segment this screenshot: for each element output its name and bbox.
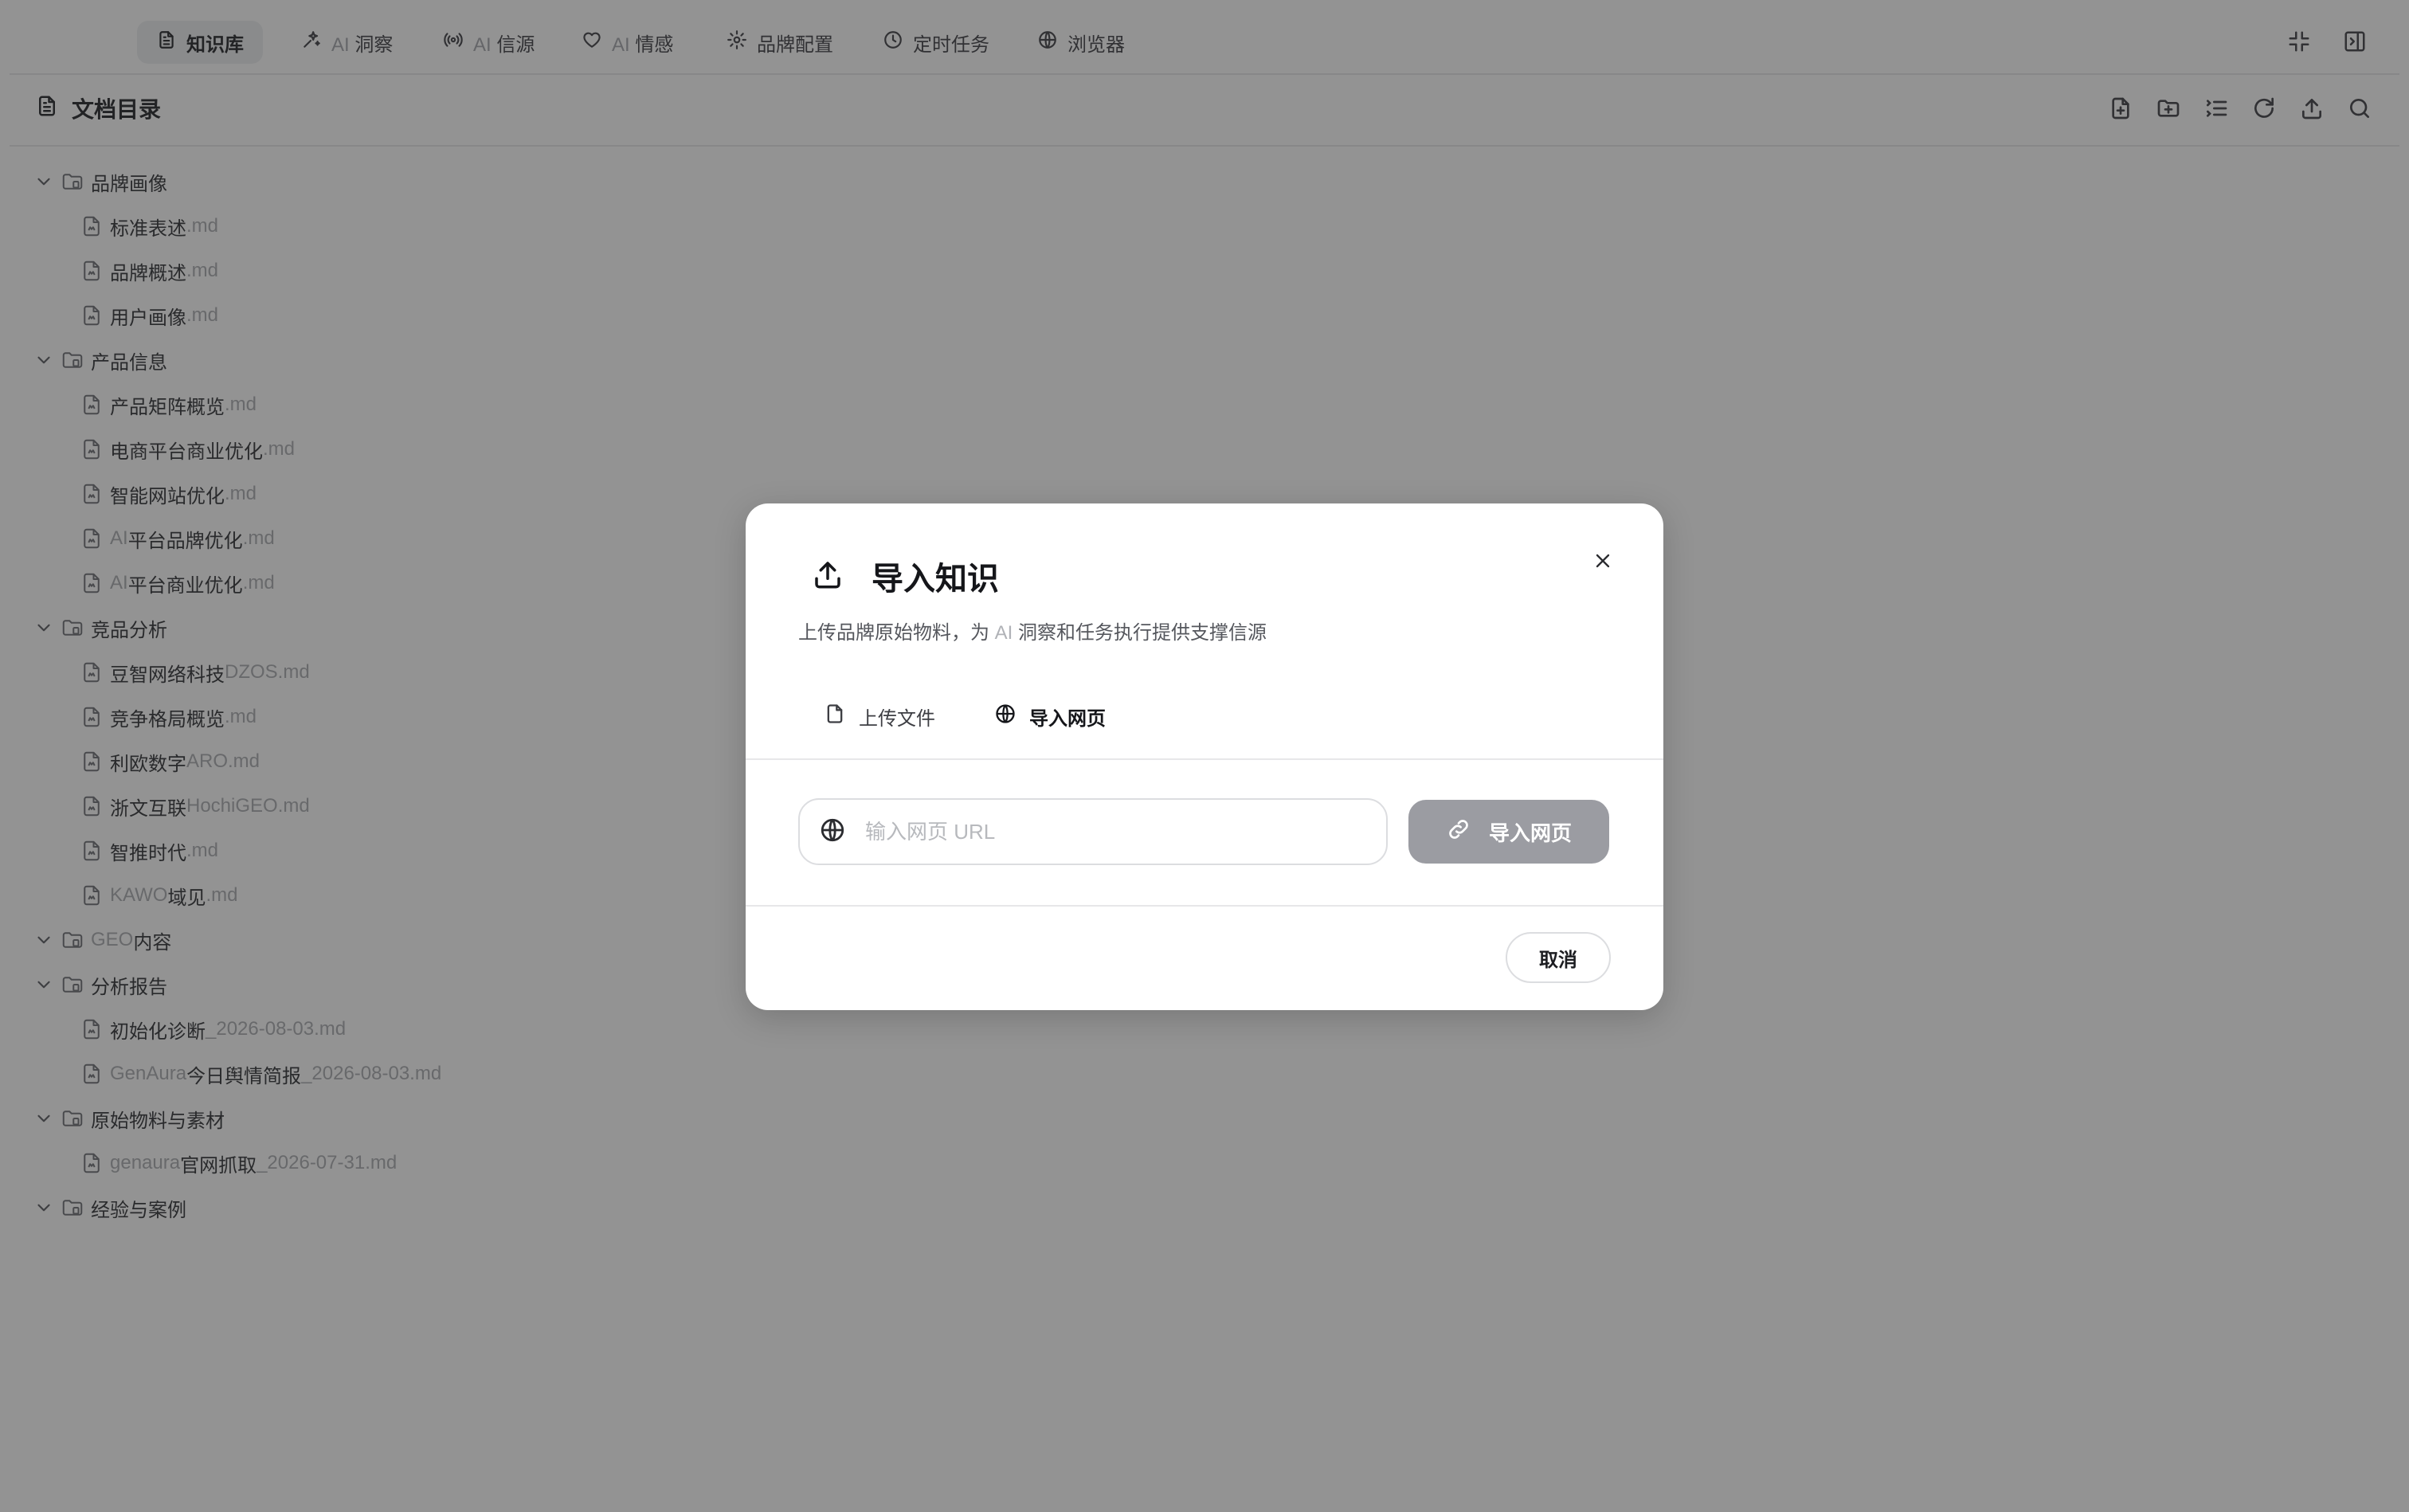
tab-import-web[interactable]: 导入网页 (994, 703, 1106, 731)
import-knowledge-dialog: 导入知识 上传品牌原始物料，为 AI 洞察和任务执行提供支撑信源 上传文件 导入… (746, 503, 1663, 1010)
url-input[interactable] (864, 818, 1361, 845)
dialog-title: 导入知识 (872, 562, 999, 597)
link-icon (1446, 817, 1471, 848)
close-button[interactable] (1585, 545, 1620, 580)
desc-ai: AI (994, 622, 1013, 644)
url-field[interactable] (798, 798, 1388, 865)
desc-text: 上传品牌原始物料，为 (798, 622, 995, 644)
import-button-label: 导入网页 (1488, 821, 1572, 845)
dialog-description: 上传品牌原始物料，为 AI 洞察和任务执行提供支撑信源 (798, 617, 1267, 644)
divider (746, 758, 1663, 760)
upload-icon (811, 558, 844, 595)
tab-upload-file[interactable]: 上传文件 (824, 703, 935, 731)
import-web-button[interactable]: 导入网页 (1408, 800, 1609, 864)
app-window: 知识库 AI 洞察 AI 信源 AI 情感 品牌配置 (0, 0, 2409, 1512)
divider (746, 905, 1663, 907)
tab-web-label: 导入网页 (1029, 708, 1106, 730)
dialog-header: 导入知识 (811, 553, 999, 599)
globe-icon (819, 817, 846, 848)
file-icon (824, 703, 846, 731)
import-tabs: 上传文件 导入网页 (824, 703, 1106, 731)
globe-icon (994, 703, 1016, 731)
desc-text-rest: 洞察和任务执行提供支撑信源 (1013, 622, 1267, 644)
cancel-button[interactable]: 取消 (1506, 932, 1611, 983)
close-icon (1592, 550, 1614, 576)
tab-upload-label: 上传文件 (859, 708, 935, 730)
